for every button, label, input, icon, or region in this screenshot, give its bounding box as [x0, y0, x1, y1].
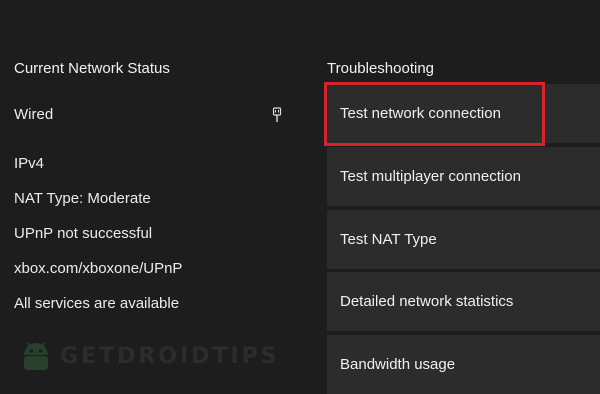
- watermark: GETDROIDTIPS: [18, 336, 280, 376]
- upnp-status-text: UPnP not successful: [14, 225, 153, 242]
- upnp-help-link[interactable]: xbox.com/xboxone/UPnP: [14, 260, 182, 277]
- connection-type-label: Wired: [14, 106, 54, 123]
- network-status-title: Current Network Status: [14, 60, 170, 77]
- services-status-text: All services are available: [14, 295, 180, 312]
- tile-label: Detailed network statistics: [340, 293, 514, 310]
- nat-type-text: NAT Type: Moderate: [14, 190, 151, 207]
- troubleshooting-title: Troubleshooting: [327, 60, 435, 77]
- ip-version-text: IPv4: [14, 155, 45, 172]
- android-logo-icon: [24, 342, 48, 370]
- ethernet-icon: [272, 107, 282, 122]
- tile-label: Bandwidth usage: [340, 356, 456, 373]
- tile-label: Test NAT Type: [340, 231, 437, 248]
- test-nat-type-button[interactable]: Test NAT Type: [327, 210, 600, 269]
- test-multiplayer-connection-button[interactable]: Test multiplayer connection: [327, 147, 600, 206]
- watermark-text: GETDROIDTIPS: [60, 343, 280, 369]
- bandwidth-usage-button[interactable]: Bandwidth usage: [327, 335, 600, 394]
- connection-type-row: Wired: [14, 106, 282, 123]
- test-network-connection-button[interactable]: Test network connection: [327, 84, 600, 143]
- tile-label: Test multiplayer connection: [340, 168, 521, 185]
- tile-label: Test network connection: [340, 105, 501, 122]
- detailed-network-statistics-button[interactable]: Detailed network statistics: [327, 272, 600, 331]
